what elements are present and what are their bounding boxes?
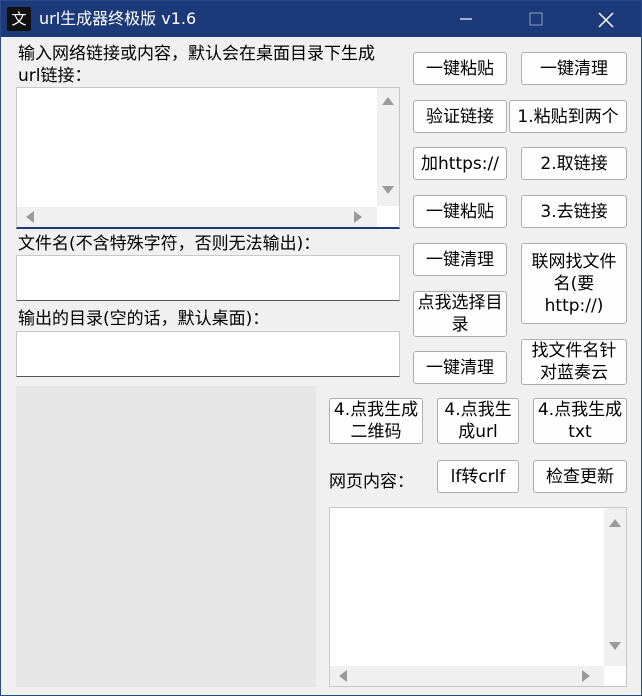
web-content-hscrollbar[interactable] <box>330 666 604 686</box>
maximize-button[interactable] <box>501 1 571 37</box>
choose-directory-button[interactable]: 点我选择目 录 <box>413 291 507 337</box>
output-dir-label: 输出的目录(空的话，默认桌面)： <box>18 309 270 329</box>
generate-qrcode-button[interactable]: 4.点我生成 二维码 <box>329 398 423 444</box>
title-bar[interactable]: 文 url生成器终极版 v1.6 <box>1 1 641 37</box>
url-input-hscrollbar[interactable] <box>17 207 377 227</box>
app-logo-icon: 文 <box>7 7 31 31</box>
output-dir-input[interactable] <box>16 331 400 377</box>
add-https-button[interactable]: 加https:// <box>413 147 507 180</box>
online-find-filename-button[interactable]: 联网找文件 名(要 http://) <box>521 243 627 324</box>
url-input-label: 输入网络链接或内容，默认会在桌面目录下生成 url链接： <box>18 44 375 86</box>
remove-link-button[interactable]: 3.去链接 <box>521 195 627 228</box>
web-content-vscrollbar[interactable] <box>604 508 626 666</box>
paste-button-2[interactable]: 一键粘贴 <box>413 195 507 228</box>
window-title: url生成器终极版 v1.6 <box>39 9 197 28</box>
filename-input[interactable] <box>16 255 400 301</box>
check-update-button[interactable]: 检查更新 <box>533 460 627 493</box>
maximize-icon <box>529 12 543 26</box>
url-input-vscrollbar[interactable] <box>377 88 399 206</box>
clear-button-1[interactable]: 一键清理 <box>521 52 627 85</box>
find-filename-lanzou-button[interactable]: 找文件名针 对蓝奏云 <box>521 339 627 385</box>
web-content-textarea[interactable] <box>329 507 627 687</box>
minimize-button[interactable] <box>431 1 501 37</box>
paste-to-two-button[interactable]: 1.粘贴到两个 <box>509 100 627 133</box>
generate-txt-button[interactable]: 4.点我生成 txt <box>533 398 627 444</box>
scroll-down-icon[interactable] <box>609 642 621 650</box>
lf-to-crlf-button[interactable]: lf转crlf <box>437 460 519 493</box>
app-window: 文 url生成器终极版 v1.6 输入网络链接或内容，默认会在桌面目录下生成 u… <box>0 0 642 696</box>
clear-button-2[interactable]: 一键清理 <box>413 243 507 276</box>
paste-button-1[interactable]: 一键粘贴 <box>413 52 507 85</box>
scroll-up-icon[interactable] <box>609 519 621 527</box>
scroll-left-icon[interactable] <box>339 670 347 682</box>
qr-preview-panel <box>16 386 316 687</box>
filename-label: 文件名(不含特殊字符，否则无法输出)： <box>18 234 321 254</box>
scroll-left-icon[interactable] <box>26 211 34 223</box>
scroll-down-icon[interactable] <box>382 186 394 194</box>
verify-link-button[interactable]: 验证链接 <box>413 100 507 133</box>
clear-button-3[interactable]: 一键清理 <box>413 351 507 384</box>
close-button[interactable] <box>571 1 641 37</box>
close-icon <box>598 12 614 28</box>
get-link-button[interactable]: 2.取链接 <box>521 147 627 180</box>
scroll-right-icon[interactable] <box>354 211 362 223</box>
generate-url-button[interactable]: 4.点我生 成url <box>437 398 519 444</box>
scroll-right-icon[interactable] <box>582 670 590 682</box>
minimize-icon <box>460 18 472 20</box>
scroll-up-icon[interactable] <box>382 97 394 105</box>
url-input-textarea[interactable] <box>16 87 400 229</box>
web-content-label: 网页内容： <box>329 472 414 492</box>
